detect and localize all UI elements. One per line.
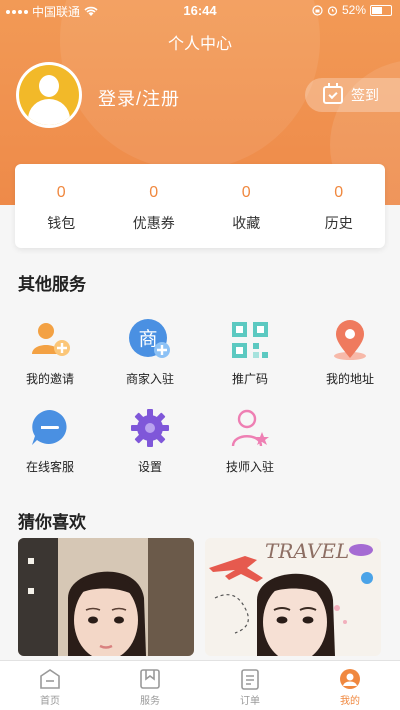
page-title: 个人中心 (167, 36, 232, 53)
stat-label: 收藏 (232, 215, 261, 231)
recommendation-card[interactable]: TRAVEL (205, 538, 381, 656)
gear-icon (128, 406, 172, 450)
stat-coupons[interactable]: 0 优惠券 (108, 164, 201, 248)
tab-label: 首页 (40, 696, 60, 707)
profile-icon (338, 668, 362, 690)
service-label: 商家入驻 (125, 372, 174, 386)
stat-label: 优惠券 (132, 215, 175, 231)
tab-label: 我的 (340, 696, 360, 707)
service-label: 设置 (137, 460, 162, 474)
stat-favorites[interactable]: 0 收藏 (200, 164, 293, 248)
recommendation-card[interactable] (18, 538, 194, 656)
stat-history[interactable]: 0 历史 (293, 164, 386, 248)
service-settings[interactable]: 设置 (100, 406, 200, 475)
chat-icon (28, 406, 72, 450)
service-label: 推广码 (231, 372, 268, 386)
card-overlay-text: TRAVEL (265, 539, 349, 563)
guess-you-like-title: 猜你喜欢 (18, 513, 86, 532)
stat-value: 0 (149, 184, 159, 201)
stats-card: 0 钱包 0 优惠券 0 收藏 0 历史 (15, 164, 385, 248)
tab-label: 订单 (240, 696, 260, 707)
stat-value: 0 (334, 184, 344, 201)
tab-bar: 首页 服务 订单 我的 (0, 660, 400, 710)
stat-value: 0 (56, 184, 66, 201)
location-pin-icon (328, 318, 372, 362)
merchant-glyph: 商 (138, 328, 157, 350)
avatar-user-icon (19, 65, 79, 125)
service-technician-join[interactable]: 技师入驻 (200, 406, 300, 475)
tab-service[interactable]: 服务 (100, 661, 200, 710)
tab-profile[interactable]: 我的 (300, 661, 400, 710)
avatar[interactable] (16, 62, 82, 128)
service-my-invite[interactable]: 我的邀请 (0, 318, 100, 387)
tab-label: 服务 (140, 696, 160, 707)
checkin-label: 签到 (351, 87, 379, 103)
card-photo (18, 538, 194, 656)
status-bar: 中国联通 16:44 52% (0, 0, 400, 20)
service-label: 我的地址 (325, 372, 374, 386)
service-online-support[interactable]: 在线客服 (0, 406, 100, 475)
tab-home[interactable]: 首页 (0, 661, 100, 710)
stat-label: 历史 (324, 215, 353, 231)
service-icon (138, 668, 162, 690)
battery-icon (370, 4, 392, 16)
qr-code-icon (228, 318, 272, 362)
service-merchant-join[interactable]: 商 商家入驻 (100, 318, 200, 387)
battery-percent: 52% (341, 3, 366, 17)
home-icon (38, 668, 62, 690)
order-icon (238, 668, 262, 690)
stat-wallet[interactable]: 0 钱包 (15, 164, 108, 248)
status-right: 52% (312, 3, 392, 17)
calendar-check-icon (323, 83, 343, 104)
orientation-lock-icon (312, 4, 323, 16)
invite-user-icon (28, 318, 72, 362)
service-my-address[interactable]: 我的地址 (300, 318, 400, 387)
stat-value: 0 (241, 184, 251, 201)
recommendation-list: TRAVEL (0, 538, 400, 668)
service-label: 技师入驻 (225, 460, 274, 474)
other-services-title: 其他服务 (18, 275, 86, 294)
profile-page: 中国联通 16:44 52% 个人中心 登录/注册 签到 0 钱包 0 优惠券 … (0, 0, 400, 710)
technician-icon (228, 406, 272, 450)
service-label: 我的邀请 (25, 372, 74, 386)
stat-label: 钱包 (47, 215, 76, 231)
service-promo-code[interactable]: 推广码 (200, 318, 300, 387)
card-photo: TRAVEL (205, 538, 381, 656)
login-register-link[interactable]: 登录/注册 (98, 85, 180, 111)
alarm-icon (327, 5, 338, 16)
service-label: 在线客服 (25, 460, 74, 474)
tab-orders[interactable]: 订单 (200, 661, 300, 710)
merchant-icon: 商 (128, 318, 172, 362)
checkin-button[interactable]: 签到 (305, 78, 400, 112)
